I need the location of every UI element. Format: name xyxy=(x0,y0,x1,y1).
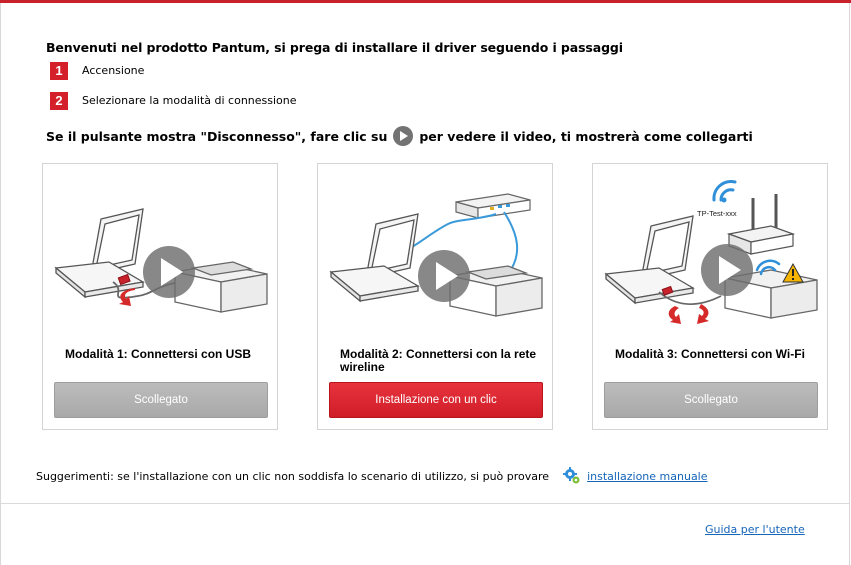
laptop-icon xyxy=(329,213,420,303)
welcome-heading: Benvenuti nel prodotto Pantum, si prega … xyxy=(46,40,623,55)
red-arrow-icon xyxy=(697,304,709,324)
connection-card-wifi: TP-Test-xxx Modalità 3: Connettersi con … xyxy=(592,163,828,430)
laptop-icon xyxy=(604,215,695,305)
connection-card-wired: Modalità 2: Connettersi con la rete wire… xyxy=(317,163,553,430)
wifi-illustration: TP-Test-xxx xyxy=(604,180,818,324)
step-2: 2 Selezionare la modalità di connessione xyxy=(50,91,297,110)
card-title: Modalità 3: Connettersi con Wi-Fi xyxy=(615,347,805,361)
one-click-install-button[interactable]: Installazione con un clic xyxy=(329,382,543,418)
card-title: Modalità 2: Connettersi con la rete wire… xyxy=(340,347,537,374)
step-label: Selezionare la modalità di connessione xyxy=(82,94,297,107)
red-arrow-icon xyxy=(668,306,681,324)
usb-disconnected-button[interactable]: Scollegato xyxy=(54,382,268,418)
hint-text-before: Se il pulsante mostra "Disconnesso", far… xyxy=(46,128,388,144)
suggestion-text: Suggerimenti: se l'installazione con un … xyxy=(36,469,550,483)
play-video-icon xyxy=(701,244,753,296)
play-video-icon xyxy=(143,246,195,298)
usb-illustration xyxy=(54,208,268,313)
wired-illustration xyxy=(329,193,543,317)
play-video-icon xyxy=(418,250,470,302)
video-hint: Se il pulsante mostra "Disconnesso", far… xyxy=(46,126,753,146)
play-icon xyxy=(393,126,414,146)
window-right-border xyxy=(849,3,850,565)
card-title: Modalità 1: Connettersi con USB xyxy=(65,347,252,361)
laptop-icon xyxy=(54,208,145,299)
step-number-badge: 2 xyxy=(50,91,68,110)
connection-card-usb: Modalità 1: Connettersi con USB Scollega… xyxy=(42,163,278,430)
wifi-signal-icon xyxy=(712,180,737,202)
footer-divider xyxy=(1,503,849,504)
step-number-badge: 1 xyxy=(50,61,68,80)
hint-text-after: per vedere il video, ti mostrerà come co… xyxy=(419,128,753,144)
network-cable xyxy=(503,211,519,275)
user-guide-link[interactable]: Guida per l'utente xyxy=(705,523,805,536)
suggestion-line: Suggerimenti: se l'installazione con un … xyxy=(36,467,708,485)
top-accent-bar xyxy=(0,0,851,3)
wifi-disconnected-button[interactable]: Scollegato xyxy=(604,382,818,418)
manual-install-link[interactable]: installazione manuale xyxy=(587,470,707,483)
step-label: Accensione xyxy=(82,64,145,77)
router-icon xyxy=(726,194,796,255)
step-1: 1 Accensione xyxy=(50,61,144,80)
window-left-border xyxy=(0,3,1,565)
gear-icon[interactable] xyxy=(563,467,581,485)
ssid-label: TP-Test-xxx xyxy=(697,209,737,218)
